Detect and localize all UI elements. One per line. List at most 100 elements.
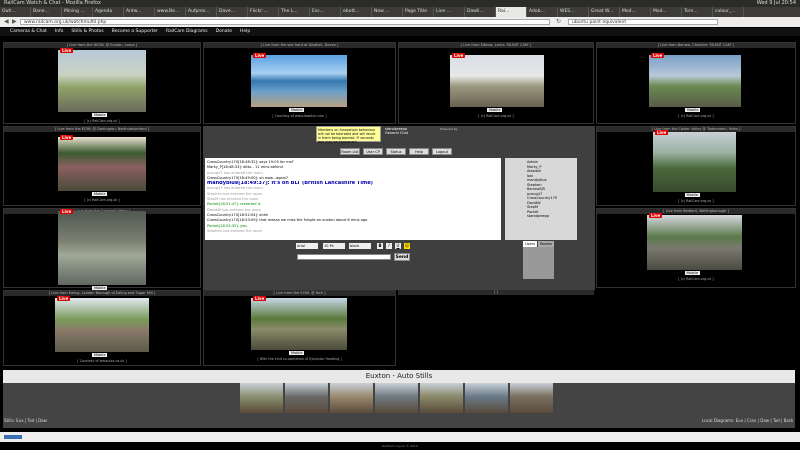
site-menu-item[interactable]: Info [55,28,64,36]
live-badge: Live [452,53,466,58]
color-select[interactable]: black [349,243,371,249]
camera-feed[interactable] [653,132,736,192]
still-thumbnail[interactable] [285,383,328,413]
browser-tab[interactable]: Agenda [93,7,124,17]
camera-feed[interactable] [58,50,146,112]
italic-button[interactable]: I [386,243,392,249]
powered-by: Powered by [440,127,458,131]
browser-tab[interactable]: colour_... [713,7,744,17]
live-badge: Live [253,53,267,58]
browser-tab[interactable]: Dawli... [465,7,496,17]
browser-tab[interactable]: Page Title [403,7,434,17]
camera-credit: [ (c) RailCam.org.uk ] [678,114,714,118]
camera-caption: [ Live from Ealing, London Borough of Ea… [4,291,200,296]
browser-tab[interactable]: Antw... [124,7,155,17]
camera-feed[interactable] [450,55,544,107]
mobile-link[interactable]: Mobile [92,113,108,117]
browser-tab[interactable]: Bane... [31,7,62,17]
mobile-link[interactable]: Mobile [684,271,700,275]
browser-tab[interactable]: Rai... [496,7,527,17]
mobile-link[interactable]: Mobile [92,192,108,196]
mobile-link[interactable]: Mobile [289,351,305,355]
reload-icon[interactable]: ↻ [556,18,561,25]
chat-button[interactable]: Help [409,148,429,155]
mobile-link[interactable]: Mobile [289,108,305,112]
underline-button[interactable]: U [395,243,401,249]
back-icon[interactable]: ◀ [4,18,9,25]
browser-tab[interactable]: Mining ... [62,7,93,17]
bold-button[interactable]: B [377,243,383,249]
site-menu-item[interactable]: Help [240,28,250,36]
mobile-link[interactable]: Mobile [92,353,108,357]
still-thumbnail[interactable] [375,383,418,413]
browser-tab[interactable]: The L... [279,7,310,17]
browser-tab[interactable]: ebutt... [341,7,372,17]
camera-feed[interactable] [649,55,741,107]
still-thumbnail[interactable] [510,383,553,413]
camera-credit: [ Courtesy of www.xxx.co.uk ] [77,359,127,363]
chat-button[interactable]: Status [386,148,406,155]
site-menu-item[interactable]: Stills & Photos [71,28,103,36]
camera-feed[interactable] [58,137,146,191]
mobile-link[interactable]: Mobile [487,108,503,112]
camera-credit: [ (c) RailCam.org.uk ] [678,277,714,281]
chat-log[interactable]: CrossCountry170[18:48:32]: says 19:05 fo… [205,158,501,240]
browser-tab[interactable]: Mod... [651,7,682,17]
diagram-links[interactable]: Local Diagrams: Eux | Cran | Daw | Tod |… [702,418,793,423]
window-title: RailCam Watch & Chat - Mozilla Firefox [0,0,800,7]
browser-tab[interactable]: Great W... [589,7,620,17]
mobile-link[interactable]: Mobile [684,193,700,197]
browser-tab[interactable]: New ... [372,7,403,17]
camera-feed[interactable] [647,215,742,270]
coord-bar: [ ] [398,290,594,295]
system-clock: Wed 9 Jul 20:54 [756,0,796,6]
font-select[interactable]: Arial [296,243,318,249]
camera-caption: [ Live from Elbrow, Lancs 'SILENT CAM' ] [399,43,593,48]
smiley-icon[interactable]: ☺ [404,243,410,249]
browser-tab[interactable]: www.Be... [155,7,186,17]
chat-button[interactable]: User CP [363,148,383,155]
browser-tab[interactable]: WES... [558,7,589,17]
browser-tab[interactable]: Ess... [310,7,341,17]
browser-tab[interactable]: Mod... [620,7,651,17]
mobile-link[interactable]: Mobile [685,108,701,112]
size-select[interactable]: 10 Px [323,243,345,249]
chat-button[interactable]: Logout [432,148,452,155]
send-button[interactable]: Send [394,253,410,261]
site-badge-icon[interactable] [4,435,22,439]
chat-room: General Chat [385,131,409,135]
still-thumbnail[interactable] [465,383,508,413]
stills-links[interactable]: Stills: Eux | Tod | Daw [4,418,47,423]
browser-tab[interactable]: Aufpres... [186,7,217,17]
still-thumbnail[interactable] [420,383,463,413]
still-thumbnail[interactable] [240,383,283,413]
live-badge: Live [57,296,71,301]
site-menu-item[interactable]: Cameras & Chat [10,28,47,36]
site-menu-item[interactable]: RailCam Diagrams [166,28,208,36]
browser-tab[interactable]: Outl... [0,7,31,17]
live-badge: Live [60,135,74,140]
camera-feed[interactable] [251,55,347,107]
search-input[interactable]: ubuntu paint equivalent [568,19,718,25]
browser-tab[interactable]: Adob... [527,7,558,17]
camera-feed[interactable] [55,298,149,352]
site-menu-item[interactable]: Become a Supporter [112,28,158,36]
still-thumbnail[interactable] [330,383,373,413]
user-list[interactable]: Admin Marky_P Alasdair Iain mandyblue Stephen… [505,158,577,240]
chat-message: Stephen has entered the room [207,228,263,233]
browser-tab[interactable]: Live ... [434,7,465,17]
camera-feed[interactable] [58,211,146,285]
chat-button[interactable]: Room List [340,148,360,155]
url-input[interactable]: www.railcam.org.uk/watchmultil.php [20,19,550,25]
browser-tab[interactable]: Flickr:... [248,7,279,17]
browser-tab[interactable]: Torn... [682,7,713,17]
user-list-item[interactable]: standpreepp [527,214,575,219]
camera-caption: [ Live from the ECML @ York ] [204,291,395,296]
camera-feed[interactable] [251,298,347,350]
browser-tab[interactable]: Dave... [217,7,248,17]
forward-icon[interactable]: ▶ [12,18,17,25]
site-menu-item[interactable]: Donate [216,28,232,36]
camera-credit: [ (c) RailCam.org.uk ] [84,198,120,202]
chat-side-panel [523,247,554,279]
chat-input[interactable] [297,254,391,260]
